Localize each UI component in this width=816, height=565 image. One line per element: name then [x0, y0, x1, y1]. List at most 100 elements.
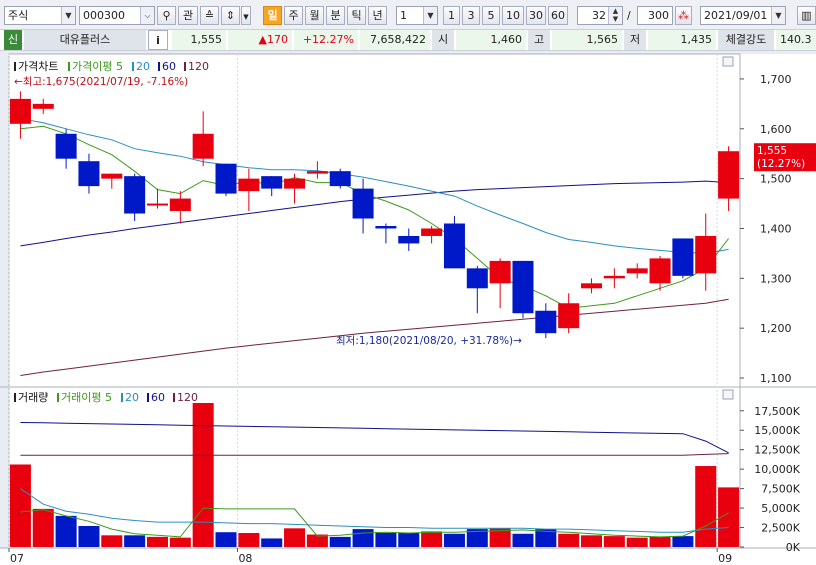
panel-maximize-button[interactable]	[722, 389, 734, 400]
volume-bar	[443, 533, 465, 547]
related-button[interactable]: 관	[178, 6, 198, 25]
count-button-10[interactable]: 10	[502, 6, 524, 25]
volume-tick-label: 10,000K	[754, 463, 800, 476]
volume-bar	[695, 466, 717, 547]
volume-legend-ma20: 20	[125, 391, 139, 404]
price-legend-ma20: 20	[136, 60, 150, 73]
candle-body	[489, 260, 511, 284]
grid-icon: ⁂	[678, 9, 689, 22]
period-button-month[interactable]: 월	[305, 6, 324, 25]
candle-body	[581, 283, 603, 289]
candle-body	[306, 171, 328, 174]
x-tick-label: 07	[10, 552, 24, 565]
volume-bar	[581, 535, 603, 547]
price-tick-label: 1,200	[760, 322, 792, 335]
period-button-minute[interactable]: 분	[326, 6, 345, 25]
count-button-3[interactable]: 3	[462, 6, 480, 25]
open-label: 시	[432, 30, 454, 50]
chart-settings-button[interactable]: ⁂	[675, 6, 692, 25]
volume-bar	[146, 536, 168, 547]
count-button-5[interactable]: 5	[482, 6, 500, 25]
current-price-tag-price: 1,555	[757, 145, 787, 157]
volume-tick-label: 7,500K	[761, 483, 800, 496]
candle-body	[398, 235, 420, 244]
high-label: 고	[528, 30, 550, 50]
info-button[interactable]: i	[148, 30, 168, 50]
volume-tick-label: 15,000K	[754, 424, 800, 437]
price-legend-ma-marker	[158, 62, 160, 71]
count-button-60[interactable]: 60	[548, 6, 568, 25]
low-value: 1,435	[648, 30, 716, 50]
stock-chart-svg[interactable]: 1,700 1,600 1,500 1,400 1,300 1,200 1,100 17,50…	[0, 51, 816, 565]
interval-select[interactable]: 1 ▼	[396, 6, 438, 25]
volume-bar	[238, 532, 260, 547]
candle-body	[443, 223, 465, 269]
current-price: 1,555	[172, 30, 226, 50]
count-button-1[interactable]: 1	[443, 6, 460, 25]
stock-code-input[interactable]: 000300 ⌵	[79, 6, 155, 25]
market-type-select[interactable]: 주식 ▼	[4, 6, 76, 25]
stock-stepper[interactable]: ⇕	[221, 6, 240, 25]
price-tick-label: 1,100	[760, 372, 792, 385]
period-button-year[interactable]: 년	[368, 6, 387, 25]
candle-body	[169, 198, 191, 212]
price-legend-ma60: 60	[162, 60, 176, 73]
low-label: 저	[624, 30, 646, 50]
candle-body	[78, 161, 100, 187]
low-annotation: 최저:1,180(2021/08/20, +31.78%)→	[336, 335, 522, 347]
volume-bar	[192, 403, 214, 547]
count-label: 5	[487, 9, 495, 22]
related-label: 관	[182, 9, 194, 22]
current-price-tag-rate: (12.27%)	[757, 158, 805, 170]
change-rate: +12.27%	[294, 30, 358, 50]
volume-bar	[375, 532, 397, 547]
prev-stock-button[interactable]: ≙	[200, 6, 219, 25]
search-icon: ⚲	[162, 9, 171, 22]
count-button-30[interactable]: 30	[526, 6, 546, 25]
view-count-value: 32	[592, 9, 606, 22]
price-legend-ma-marker	[132, 62, 134, 71]
price-legend-ma-marker	[68, 62, 70, 71]
volume-legend-ma5: 거래이평 5	[61, 391, 112, 404]
total-count-field[interactable]: 300	[637, 6, 673, 25]
price-legend-marker	[14, 62, 16, 71]
chart-area[interactable]: 1,700 1,600 1,500 1,400 1,300 1,200 1,100 17,50…	[0, 51, 816, 565]
period-button-tick[interactable]: 틱	[347, 6, 366, 25]
volume-bar	[101, 535, 123, 547]
candle-body	[535, 310, 557, 334]
volume-bar	[78, 525, 100, 547]
volume-legend-ma-marker	[147, 393, 149, 402]
panel-maximize-button[interactable]	[722, 56, 734, 67]
period-button-week[interactable]: 주	[284, 6, 303, 25]
strength-value: 140.3	[776, 30, 816, 50]
chevron-down-icon[interactable]: ▼	[423, 7, 437, 24]
volume-bar	[284, 528, 306, 547]
count-separator: /	[627, 9, 631, 22]
stock-code-value: 000300	[83, 9, 125, 22]
spin-icon[interactable]: ▲ ▼	[608, 7, 622, 24]
volume-bar	[626, 537, 648, 547]
price-tick-label: 1,700	[760, 73, 792, 86]
volume-tick-label: 17,500K	[754, 405, 800, 418]
candle-body	[32, 103, 54, 109]
chart-type-button[interactable]: ▥	[797, 6, 816, 25]
chevron-down-icon[interactable]: ▼	[771, 7, 785, 24]
candle-body	[284, 178, 306, 189]
search-button[interactable]: ⚲	[157, 6, 176, 25]
chevron-down-icon[interactable]: ⌵	[140, 7, 154, 24]
volume-bar	[169, 537, 191, 547]
open-value: 1,460	[456, 30, 526, 50]
period-label: 일	[267, 9, 278, 22]
volume-legend-marker	[14, 393, 16, 402]
chevron-down-icon[interactable]: ▼	[61, 7, 75, 24]
toolbar-more-button[interactable]: ▼	[241, 6, 251, 25]
date-picker[interactable]: 2021/09/01 ▼	[700, 6, 786, 25]
volume-tick-label: 0K	[786, 541, 801, 554]
price-tick-label: 1,300	[760, 272, 792, 285]
volume-bar	[9, 464, 31, 547]
candle-body	[718, 151, 740, 199]
period-button-day[interactable]: 일	[263, 6, 282, 25]
price-legend-main: 가격차트	[18, 60, 58, 73]
view-count-input[interactable]: 32 ▲ ▼	[577, 6, 623, 25]
candle-body	[352, 188, 374, 219]
